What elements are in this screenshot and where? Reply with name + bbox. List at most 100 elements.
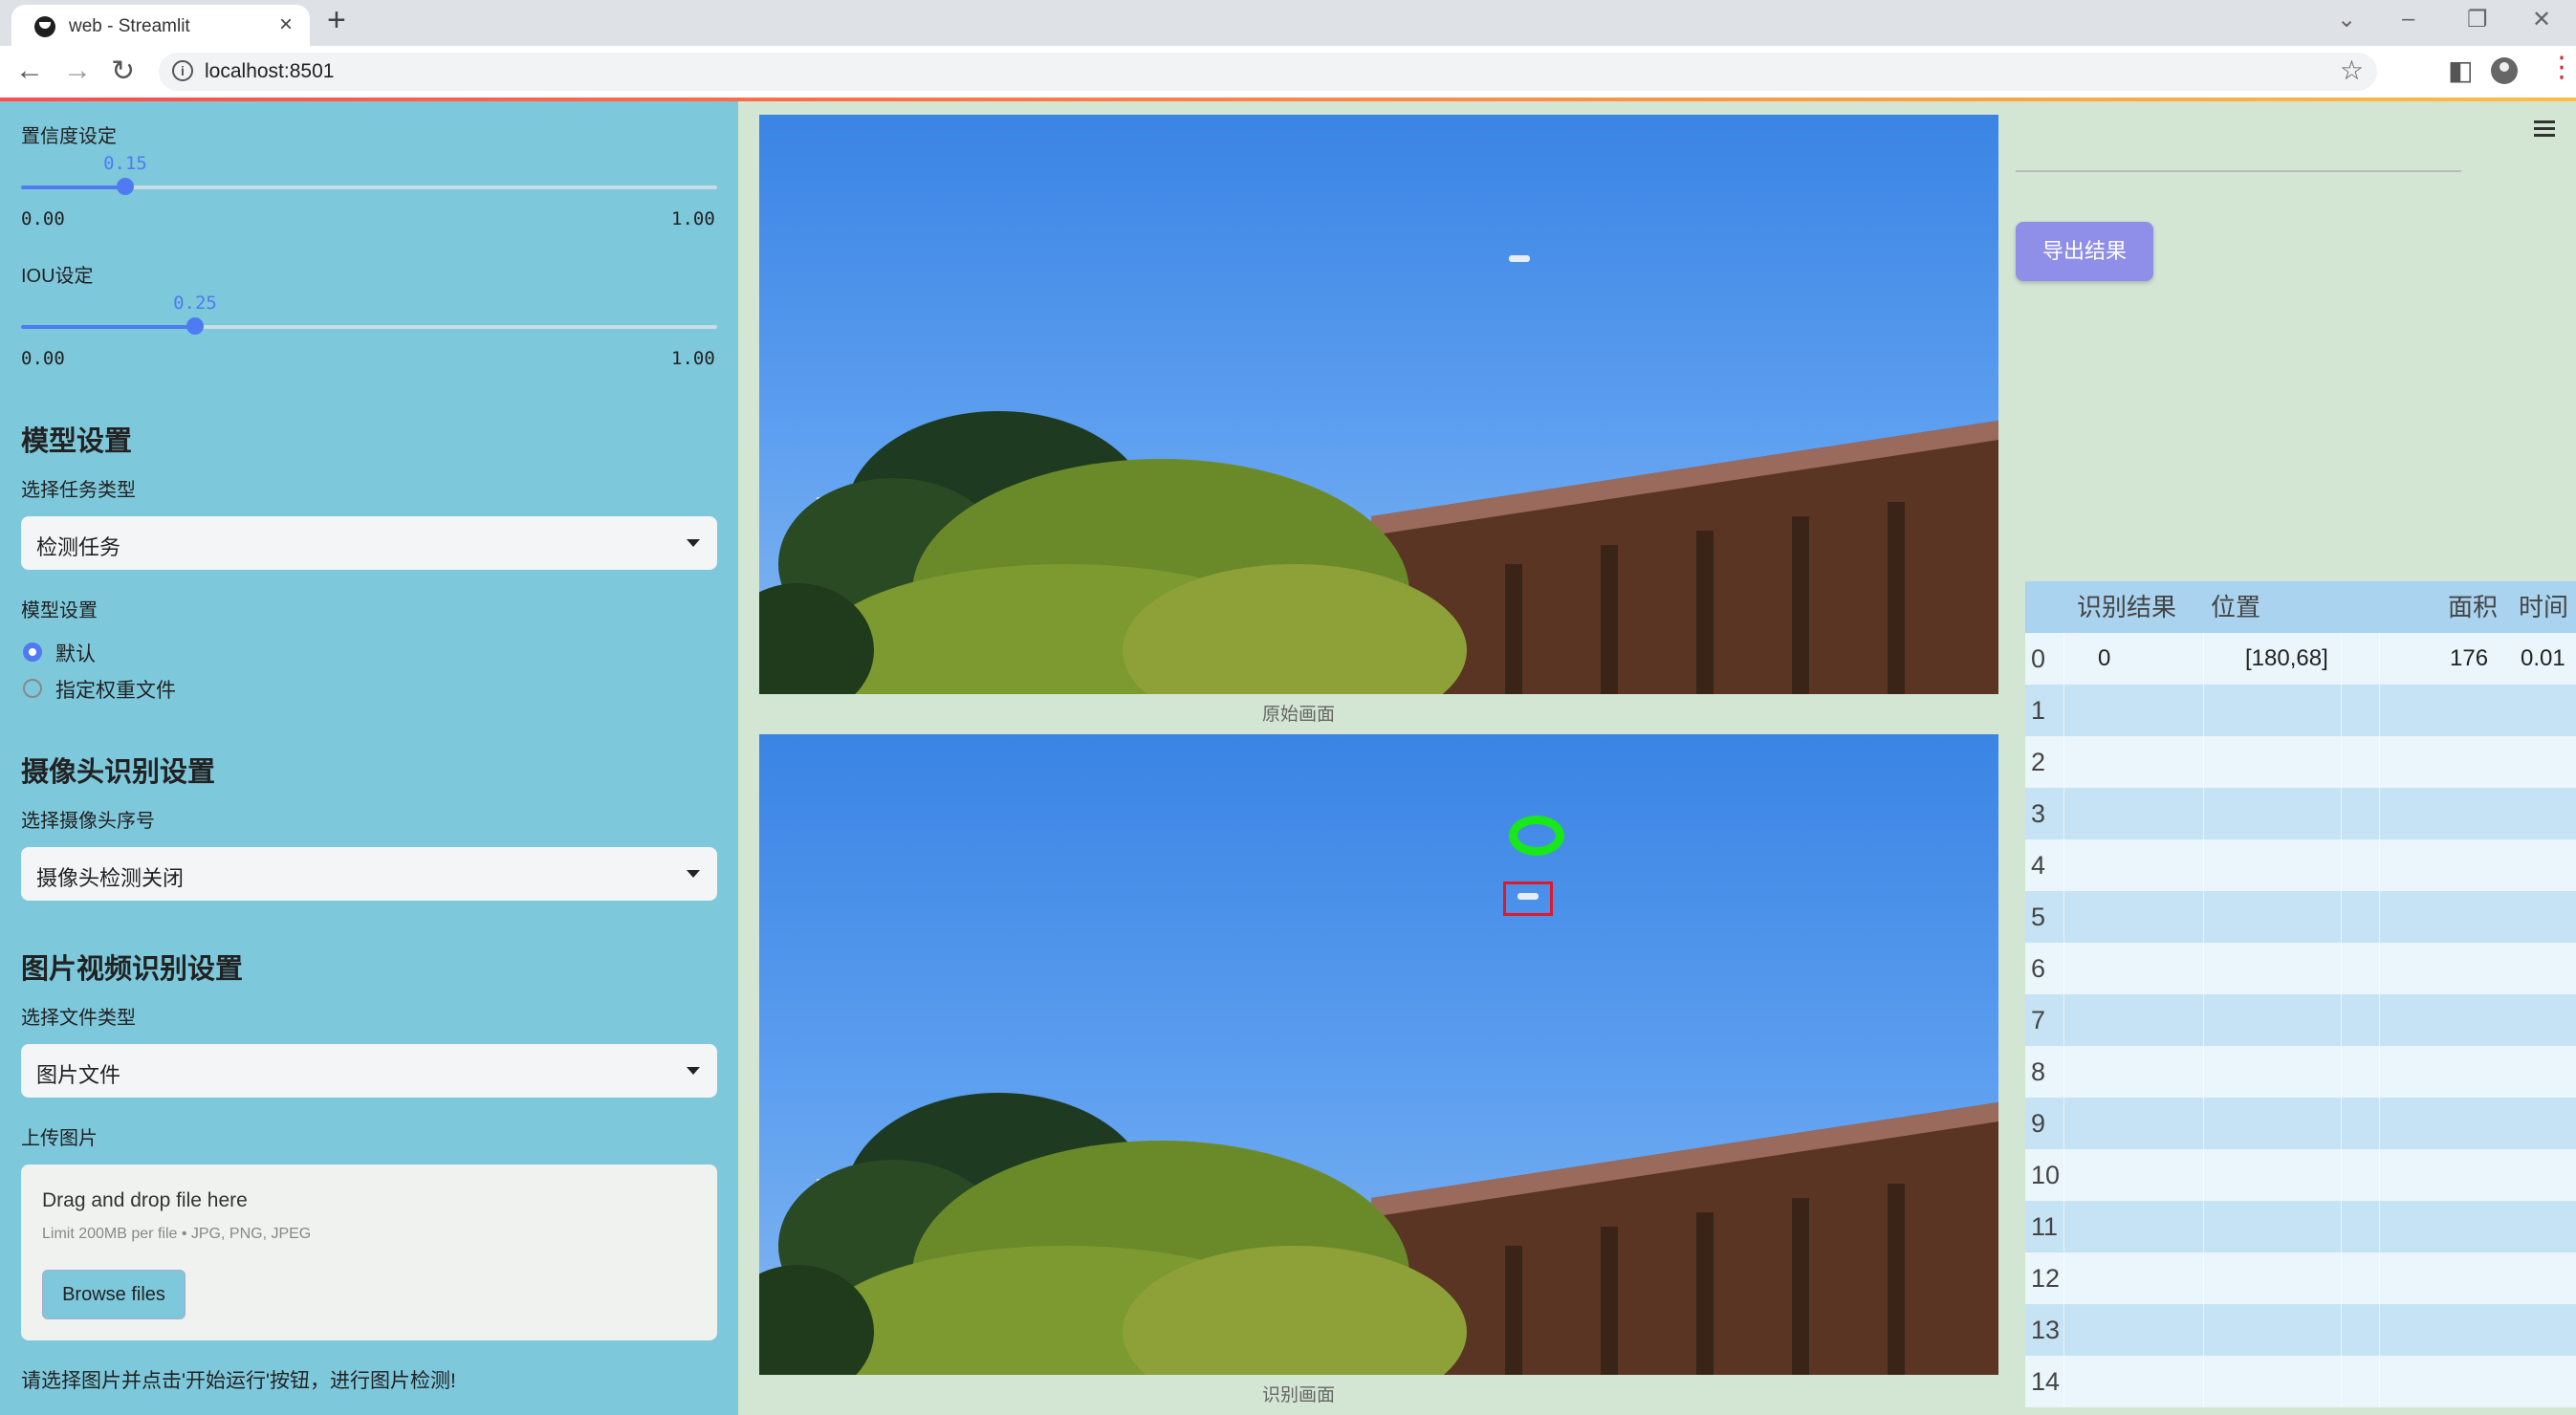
table-column-divider — [2203, 1098, 2204, 1149]
close-window-icon[interactable]: ✕ — [2532, 6, 2551, 33]
run-hint: 请选择图片并点击'开始运行'按钮，进行图片检测! — [21, 1370, 456, 1392]
tab-close-icon[interactable]: × — [279, 11, 293, 38]
table-header-cell[interactable]: 时间 — [2519, 581, 2568, 633]
table-column-divider — [2063, 1356, 2064, 1407]
table-header-cell[interactable]: 位置 — [2211, 581, 2260, 633]
star-icon[interactable]: ☆ — [2340, 54, 2364, 86]
confidence-slider-thumb[interactable] — [117, 178, 134, 195]
table-column-divider — [2341, 736, 2342, 788]
tab-search-chevron-icon[interactable]: ⌄ — [2337, 6, 2356, 33]
camera-section-title: 摄像头识别设置 — [21, 757, 216, 788]
table-row[interactable]: 6 — [2025, 943, 2576, 994]
table-cell: [180,68] — [2245, 645, 2328, 671]
file-dropzone[interactable]: Drag and drop file here Limit 200MB per … — [21, 1165, 717, 1340]
browser-tab[interactable]: web - Streamlit × — [11, 5, 310, 46]
detection-marker-ring — [1509, 816, 1564, 856]
radio-default-label[interactable]: 默认 — [55, 639, 96, 667]
table-column-divider — [2379, 1356, 2380, 1407]
omnibox[interactable]: i localhost:8501 ☆ — [159, 53, 2377, 91]
model-setting-label: 模型设置 — [21, 600, 98, 621]
table-row[interactable]: 10 — [2025, 1149, 2576, 1201]
confidence-max: 1.00 — [671, 208, 715, 229]
minimize-icon[interactable]: – — [2402, 6, 2414, 33]
table-column-divider — [2063, 788, 2064, 839]
table-row[interactable]: 5 — [2025, 891, 2576, 943]
table-column-divider — [2063, 1304, 2064, 1356]
table-row[interactable]: 12 — [2025, 1252, 2576, 1304]
hamburger-menu-icon[interactable] — [2534, 120, 2555, 137]
table-column-divider — [2341, 1098, 2342, 1149]
table-row-index: 6 — [2031, 954, 2046, 983]
back-arrow-icon[interactable]: ← — [15, 54, 44, 87]
file-type-select[interactable]: 图片文件 — [21, 1044, 717, 1098]
confidence-value: 0.15 — [103, 153, 147, 174]
table-column-divider — [2379, 994, 2380, 1046]
browse-files-button[interactable]: Browse files — [42, 1270, 186, 1319]
camera-select[interactable]: 摄像头检测关闭 — [21, 847, 717, 901]
table-column-divider — [2379, 685, 2380, 736]
model-section-title: 模型设置 — [21, 426, 133, 457]
table-row-index: 4 — [2031, 851, 2046, 880]
url-text[interactable]: localhost:8501 — [205, 60, 334, 83]
result-image — [759, 734, 1998, 1375]
airplane-target — [1509, 255, 1530, 262]
confidence-slider-fill — [21, 185, 125, 189]
table-row[interactable]: 0 0 [180,68] 176 0.01 — [2025, 633, 2576, 685]
task-type-select[interactable]: 检测任务 — [21, 516, 717, 570]
radio-weight-file[interactable] — [23, 679, 42, 698]
table-column-divider — [2341, 1201, 2342, 1252]
restore-icon[interactable]: ❐ — [2467, 6, 2488, 33]
original-image — [759, 115, 1998, 694]
media-section-title: 图片视频识别设置 — [21, 954, 244, 985]
table-row-index: 7 — [2031, 1006, 2046, 1034]
more-vert-icon[interactable]: ⋮ — [2547, 54, 2576, 82]
table-column-divider — [2379, 1098, 2380, 1149]
table-row-index: 2 — [2031, 748, 2046, 776]
table-row-index: 11 — [2031, 1212, 2059, 1241]
table-column-divider — [2203, 788, 2204, 839]
table-row-index: 5 — [2031, 903, 2046, 931]
table-header-cell[interactable]: 面积 — [2448, 581, 2498, 633]
table-column-divider — [2063, 943, 2064, 994]
export-results-button[interactable]: 导出结果 — [2016, 222, 2153, 281]
table-column-divider — [2379, 1046, 2380, 1098]
table-column-divider — [2379, 633, 2380, 685]
table-row-index: 0 — [2031, 644, 2046, 673]
table-column-divider — [2203, 891, 2204, 943]
task-type-label: 选择任务类型 — [21, 480, 136, 501]
table-row-index: 13 — [2031, 1316, 2061, 1344]
info-icon[interactable]: i — [172, 60, 193, 81]
new-tab-icon[interactable]: + — [327, 2, 346, 39]
table-column-divider — [2379, 1201, 2380, 1252]
iou-slider[interactable]: 0.25 — [21, 293, 717, 335]
table-row[interactable]: 11 — [2025, 1201, 2576, 1252]
forward-arrow-icon[interactable]: → — [63, 54, 92, 87]
side-panel-icon[interactable]: ◧ — [2448, 54, 2473, 86]
radio-default[interactable] — [23, 642, 42, 662]
table-header-cell[interactable]: 识别结果 — [2077, 581, 2176, 633]
radio-weight-file-label[interactable]: 指定权重文件 — [55, 675, 176, 704]
table-row-index: 9 — [2031, 1109, 2046, 1138]
table-row[interactable]: 7 — [2025, 994, 2576, 1046]
upload-label: 上传图片 — [21, 1128, 98, 1149]
reload-icon[interactable]: ↻ — [111, 54, 135, 88]
original-caption: 原始画面 — [1262, 705, 1336, 725]
table-row-index: 8 — [2031, 1057, 2046, 1086]
table-row[interactable]: 9 — [2025, 1098, 2576, 1149]
confidence-label: 置信度设定 — [21, 126, 117, 147]
table-row[interactable]: 1 — [2025, 685, 2576, 736]
table-row[interactable]: 13 — [2025, 1304, 2576, 1356]
table-row[interactable]: 14 — [2025, 1356, 2576, 1407]
profile-icon[interactable] — [2491, 57, 2518, 84]
table-column-divider — [2379, 1304, 2380, 1356]
table-row[interactable]: 4 — [2025, 839, 2576, 891]
table-column-divider — [2063, 633, 2064, 685]
iou-slider-thumb[interactable] — [186, 317, 204, 335]
table-row[interactable]: 8 — [2025, 1046, 2576, 1098]
table-row-index: 10 — [2031, 1161, 2061, 1189]
table-row[interactable]: 3 — [2025, 788, 2576, 839]
confidence-slider[interactable]: 0.15 — [21, 153, 717, 195]
file-type-label: 选择文件类型 — [21, 1008, 136, 1029]
table-row[interactable]: 2 — [2025, 736, 2576, 788]
table-column-divider — [2063, 1201, 2064, 1252]
